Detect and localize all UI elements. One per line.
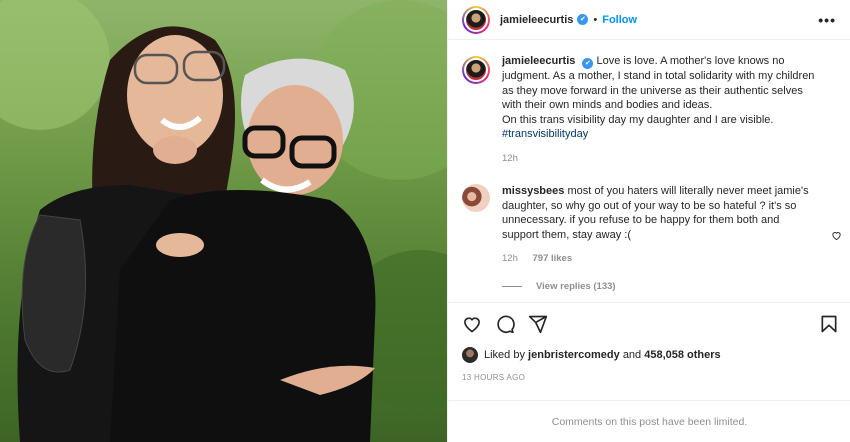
more-icon[interactable]: ••• [818,12,836,28]
action-icons [462,313,839,335]
comment-likes[interactable]: 797 likes [533,253,573,264]
caption: jamieleecurtis ✔ Love is love. A mother'… [462,54,836,166]
author-avatar[interactable] [462,5,490,34]
comment: missysbees most of you haters will liter… [462,184,836,267]
comment-icon[interactable] [495,314,515,334]
caption-username[interactable]: jamieleecurtis [502,55,575,67]
comment-like-heart-icon[interactable] [831,230,842,241]
comments-limited-notice: Comments on this post have been limited. [448,400,850,442]
comment-time: 12h [502,253,518,264]
instagram-post: jamieleecurtis ✔ • Follow ••• jamieleecu… [0,0,850,442]
actions-section: Liked by jenbristercomedy and 458,058 ot… [448,302,850,382]
post-sidebar: jamieleecurtis ✔ • Follow ••• jamieleecu… [447,0,850,442]
share-icon[interactable] [528,314,548,334]
liked-middle: and [622,349,642,361]
comment-meta: 12h 797 likes [502,252,817,267]
liked-by: Liked by jenbristercomedy and 458,058 ot… [462,347,839,363]
author-username[interactable]: jamieleecurtis [500,14,573,26]
hashtag-link[interactable]: #transvisibilityday [502,128,588,140]
comment-username[interactable]: missysbees [502,185,564,197]
replies-line [502,285,522,287]
caption-text-2: On this trans visibility day my daughter… [502,113,774,126]
post-timestamp[interactable]: 13 HOURS AGO [462,373,839,382]
separator-dot: • [593,13,598,26]
liker-avatar[interactable] [462,347,478,363]
caption-time: 12h [502,152,518,164]
post-photo[interactable] [0,0,447,442]
comment-avatar[interactable] [462,184,490,212]
follow-button[interactable]: Follow [602,14,637,26]
comments-section: jamieleecurtis ✔ Love is love. A mother'… [448,40,850,325]
verified-icon: ✔ [582,58,594,69]
save-icon[interactable] [819,314,839,334]
post-header: jamieleecurtis ✔ • Follow ••• [448,0,850,40]
caption-avatar[interactable] [462,56,490,84]
heart-icon[interactable] [462,314,482,334]
liked-user[interactable]: jenbristercomedy [528,349,620,361]
liked-prefix: Liked by [484,349,525,361]
verified-icon: ✔ [577,14,589,25]
view-replies-label: View replies (133) [536,280,616,292]
liked-count[interactable]: 458,058 others [644,349,720,361]
view-replies-button[interactable]: View replies (133) [502,281,836,292]
photo-illustration [0,0,447,442]
